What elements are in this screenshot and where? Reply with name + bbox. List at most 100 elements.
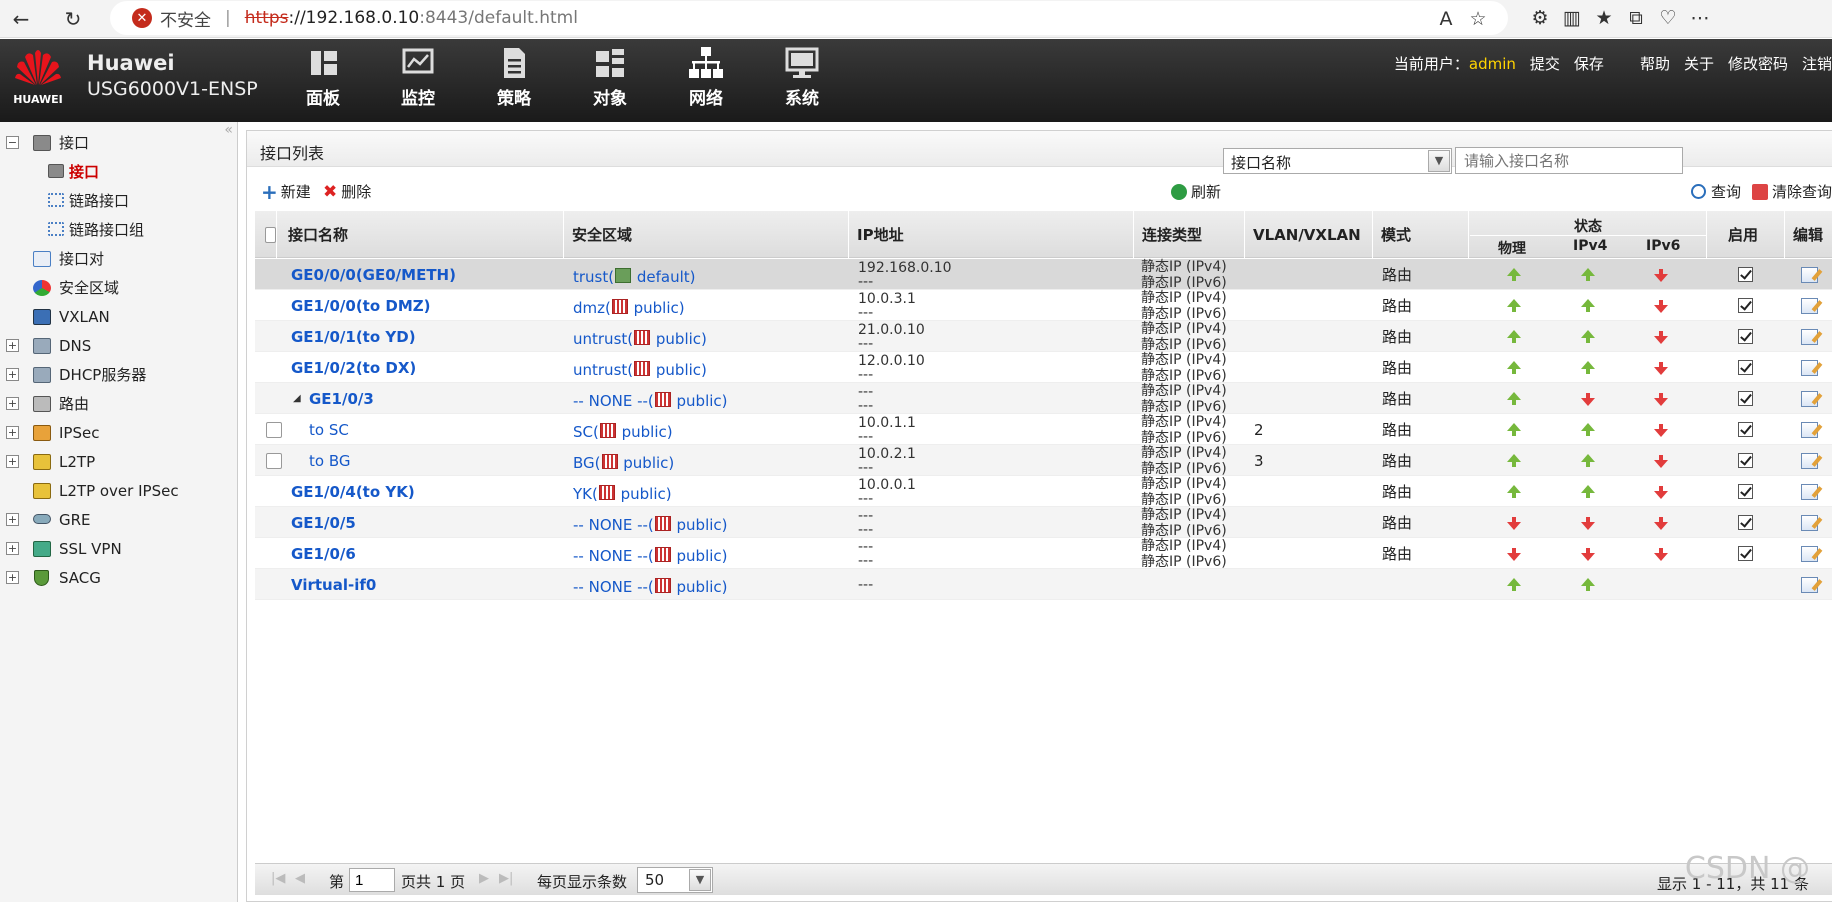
read-aloud-icon[interactable]: A <box>1430 8 1462 30</box>
interface-name-link[interactable]: GE0/0/0(GE0/METH) <box>291 266 456 284</box>
address-bar[interactable]: ✕ 不安全 | https://192.168.0.10:8443/defaul… <box>110 1 1508 35</box>
enable-checkbox[interactable] <box>1738 298 1753 313</box>
expand-toggle-icon[interactable]: + <box>6 455 19 468</box>
table-row[interactable]: to BG BG( public) 10.0.2.1 --- 静态IP (IPv4) 静态… <box>255 445 1832 477</box>
clear-query-button[interactable]: 清除查询 <box>1752 181 1832 202</box>
enable-checkbox[interactable] <box>1738 267 1753 282</box>
interface-name-link[interactable]: GE1/0/5 <box>291 514 356 532</box>
enable-checkbox[interactable] <box>1738 515 1753 530</box>
sidebar-item-dhcp-server[interactable]: + DHCP服务器 <box>0 360 238 389</box>
table-row[interactable]: ◢ GE1/0/3 -- NONE --( public) --- --- 静态IP (I… <box>255 383 1832 415</box>
interface-name-link[interactable]: Virtual-if0 <box>291 576 376 594</box>
table-row[interactable]: GE1/0/6 -- NONE --( public) --- --- 静态IP (IP… <box>255 538 1832 570</box>
expand-toggle-icon[interactable]: + <box>6 426 19 439</box>
col-header-edit[interactable]: 编辑 <box>1786 211 1832 258</box>
enable-checkbox[interactable] <box>1738 360 1753 375</box>
split-screen-icon[interactable]: ▥ <box>1556 7 1588 29</box>
security-zone-link[interactable]: -- NONE --( public) <box>573 546 728 565</box>
edit-icon[interactable] <box>1801 514 1818 531</box>
sidebar-item-security-zone[interactable]: 安全区域 <box>0 273 238 302</box>
sidebar-item-vxlan[interactable]: VXLAN <box>0 302 238 331</box>
edit-icon[interactable] <box>1801 483 1818 500</box>
sidebar-item-interface[interactable]: 接口 <box>0 157 238 186</box>
expand-toggle-icon[interactable]: + <box>6 542 19 555</box>
col-header-mode[interactable]: 模式 <box>1374 211 1469 258</box>
more-options-icon[interactable]: ⋯ <box>1684 7 1716 29</box>
security-zone-link[interactable]: YK( public) <box>573 484 672 503</box>
security-zone-link[interactable]: BG( public) <box>573 453 674 472</box>
edit-icon[interactable] <box>1801 390 1818 407</box>
col-header-name[interactable]: 接口名称 <box>281 211 564 258</box>
per-page-select[interactable]: 50 ▼ <box>637 867 713 893</box>
edit-icon[interactable] <box>1801 328 1818 345</box>
col-header-physical[interactable]: 物理 <box>1498 238 1526 258</box>
nav-system[interactable]: 系统 <box>766 45 838 109</box>
sidebar-item-gre[interactable]: + GRE <box>0 505 238 534</box>
edit-icon[interactable] <box>1801 421 1818 438</box>
col-header-connection-type[interactable]: 连接类型 <box>1135 211 1245 258</box>
edit-icon[interactable] <box>1801 452 1818 469</box>
security-zone-link[interactable]: dmz( public) <box>573 298 685 317</box>
back-icon[interactable]: ← <box>6 4 36 34</box>
col-header-ipv6[interactable]: IPv6 <box>1646 238 1680 254</box>
security-zone-link[interactable]: SC( public) <box>573 422 673 441</box>
interface-name-link[interactable]: to SC <box>309 421 349 439</box>
interface-name-link[interactable]: GE1/0/3 <box>309 390 374 408</box>
interface-name-link[interactable]: to BG <box>309 452 350 470</box>
table-row[interactable]: GE1/0/2(to DX) untrust( public) 12.0.0.10-… <box>255 352 1832 384</box>
table-row[interactable]: GE1/0/4(to YK) YK( public) 10.0.0.1 --- 静态IP… <box>255 476 1832 508</box>
security-zone-link[interactable]: untrust( public) <box>573 329 707 348</box>
query-button[interactable]: 查询 <box>1691 181 1741 202</box>
sidebar-item-sacg[interactable]: + SACG <box>0 563 238 592</box>
expand-toggle-icon[interactable]: + <box>6 397 19 410</box>
last-page-icon[interactable]: ▶| <box>499 871 513 886</box>
interface-name-link[interactable]: GE1/0/4(to YK) <box>291 483 415 501</box>
row-checkbox[interactable] <box>266 452 282 469</box>
first-page-icon[interactable]: |◀ <box>271 871 285 886</box>
col-header-ipv4[interactable]: IPv4 <box>1573 238 1607 254</box>
edit-icon[interactable] <box>1801 545 1818 562</box>
delete-button[interactable]: ✖ 删除 <box>323 181 371 202</box>
nav-object[interactable]: 对象 <box>574 45 646 109</box>
sidebar-item-l2tp[interactable]: + L2TP <box>0 447 238 476</box>
browser-essentials-icon[interactable]: ♡ <box>1652 7 1684 29</box>
logout-link[interactable]: 注销 <box>1802 53 1832 74</box>
security-zone-link[interactable]: trust( default) <box>573 267 696 286</box>
nav-monitor[interactable]: 监控 <box>382 45 454 109</box>
collapse-toggle-icon[interactable]: − <box>6 136 19 149</box>
table-row[interactable]: Virtual-if0 -- NONE --( public) --- <box>255 569 1832 600</box>
interface-name-link[interactable]: GE1/0/6 <box>291 545 356 563</box>
enable-checkbox[interactable] <box>1738 329 1753 344</box>
table-row[interactable]: GE1/0/5 -- NONE --( public) --- --- 静态IP (IP… <box>255 507 1832 539</box>
security-zone-link[interactable]: -- NONE --( public) <box>573 391 728 410</box>
table-row[interactable]: GE0/0/0(GE0/METH) trust( default) 192.168.… <box>255 259 1832 291</box>
nav-network[interactable]: 网络 <box>670 45 742 109</box>
filter-field-select[interactable]: 接口名称 ▼ <box>1223 148 1452 174</box>
table-row[interactable]: GE1/0/0(to DMZ) dmz( public) 10.0.3.1 --- 静态… <box>255 290 1832 322</box>
expand-toggle-icon[interactable]: + <box>6 571 19 584</box>
enable-checkbox[interactable] <box>1738 484 1753 499</box>
enable-checkbox[interactable] <box>1738 391 1753 406</box>
sidebar-item-dns[interactable]: + DNS <box>0 331 238 360</box>
favorites-icon[interactable]: ★ <box>1588 7 1620 29</box>
sidebar-item-ssl-vpn[interactable]: + SSL VPN <box>0 534 238 563</box>
submit-link[interactable]: 提交 <box>1530 53 1560 74</box>
extensions-icon[interactable]: ⚙ <box>1524 7 1556 29</box>
prev-page-icon[interactable]: ◀ <box>295 871 305 886</box>
edit-icon[interactable] <box>1801 576 1818 593</box>
sidebar-item-link-interface-group[interactable]: 链路接口组 <box>0 215 238 244</box>
security-zone-link[interactable]: -- NONE --( public) <box>573 515 728 534</box>
interface-name-link[interactable]: GE1/0/2(to DX) <box>291 359 416 377</box>
nav-policy[interactable]: 策略 <box>478 45 550 109</box>
save-link[interactable]: 保存 <box>1574 53 1604 74</box>
security-zone-link[interactable]: -- NONE --( public) <box>573 577 728 596</box>
col-header-zone[interactable]: 安全区域 <box>565 211 849 258</box>
edit-icon[interactable] <box>1801 266 1818 283</box>
enable-checkbox[interactable] <box>1738 453 1753 468</box>
enable-checkbox[interactable] <box>1738 546 1753 561</box>
sidebar-item-link-interface[interactable]: 链路接口 <box>0 186 238 215</box>
sidebar-item-l2tp-over-ipsec[interactable]: L2TP over IPSec <box>0 476 238 505</box>
row-checkbox[interactable] <box>266 421 282 438</box>
interface-name-search-input[interactable] <box>1455 147 1683 174</box>
next-page-icon[interactable]: ▶ <box>479 871 489 886</box>
